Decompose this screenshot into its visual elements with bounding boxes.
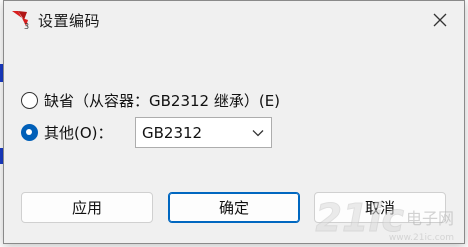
svg-text:3: 3	[24, 22, 29, 30]
cancel-button[interactable]: 取消	[314, 192, 446, 223]
apply-button[interactable]: 应用	[21, 192, 153, 223]
default-encoding-option[interactable]: 缺省（从容器：GB2312 继承）(E)	[21, 90, 280, 111]
set-encoding-dialog: 3 设置编码 缺省（从容器：GB2312 继承）(E) 其他(O)： GB231…	[3, 0, 465, 244]
encoding-select[interactable]: GB2312	[135, 117, 272, 148]
chevron-down-icon[interactable]	[245, 118, 271, 147]
encoding-select-value: GB2312	[142, 123, 203, 142]
other-encoding-option[interactable]: 其他(O)：	[21, 122, 113, 143]
other-encoding-label: 其他(O)：	[44, 124, 113, 142]
close-button[interactable]	[428, 9, 452, 31]
other-encoding-radio[interactable]	[21, 124, 38, 141]
app-logo-icon: 3	[10, 8, 34, 31]
dialog-titlebar[interactable]: 3 设置编码	[4, 1, 464, 39]
dialog-title: 设置编码	[38, 12, 101, 30]
close-icon	[433, 13, 447, 27]
ok-button[interactable]: 确定	[168, 192, 300, 223]
watermark-site: www.21ic.com	[388, 233, 454, 243]
default-encoding-label: 缺省（从容器：GB2312 继承）(E)	[44, 92, 281, 110]
default-encoding-radio[interactable]	[21, 92, 38, 109]
